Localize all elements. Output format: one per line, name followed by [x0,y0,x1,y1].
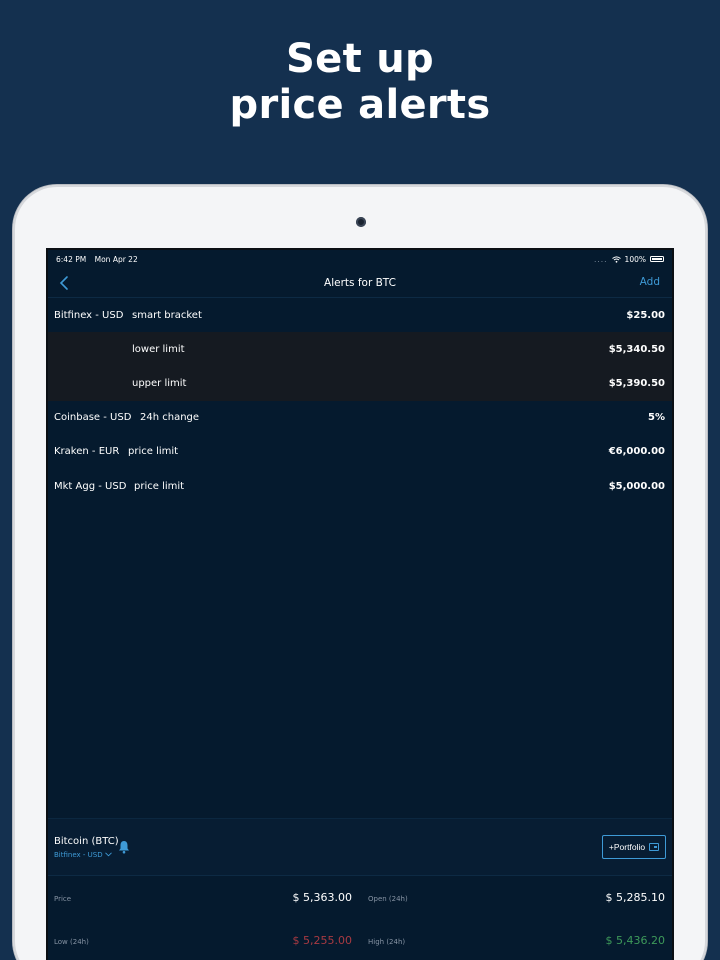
low-value: $ 5,255.00 [292,934,352,947]
add-alert-button[interactable]: Add [640,276,660,288]
alert-value: $5,390.50 [608,377,665,389]
alert-row[interactable]: Mkt Agg - USD price limit $5,000.00 [48,469,672,503]
battery-percent: 100% [624,254,646,264]
alert-value: 5% [648,412,665,424]
alert-row[interactable]: lower limit $5,340.50 [48,332,672,367]
open-label: Open (24h) [368,895,408,903]
wallet-icon [649,843,660,851]
portfolio-label: +Portfolio [608,842,646,852]
alert-type: price limit [128,446,179,458]
alert-value: $5,000.00 [608,480,665,492]
nav-bar: Alerts for BTC Add [48,268,672,298]
alert-value: $25.00 [626,309,665,321]
coin-bar: Bitcoin (BTC) Bitfinex - USD +Portfolio [48,818,672,876]
high-value: $ 5,436.20 [605,934,665,947]
coin-exchange-label: Bitfinex - USD [54,851,103,859]
alert-type: smart bracket [132,309,202,321]
headline-line-2: price alerts [229,82,491,128]
alert-value: $5,340.50 [608,343,665,355]
alert-type: lower limit [132,343,185,355]
open-value: $ 5,285.10 [605,891,665,904]
alert-row[interactable]: Coinbase - USD 24h change 5% [48,401,672,435]
alert-type: price limit [134,480,185,492]
status-bar: 6:42 PM Mon Apr 22 .... 100% [48,250,672,268]
app-screen: 6:42 PM Mon Apr 22 .... 100% Alerts for … [46,248,674,960]
alert-exchange: Bitfinex - USD [54,309,124,321]
coin-name: Bitcoin (BTC) [54,836,119,847]
camera-icon [356,217,366,227]
tablet-frame: 6:42 PM Mon Apr 22 .... 100% Alerts for … [13,185,707,960]
price-label: Price [54,895,72,903]
cellular-icon: .... [594,254,608,264]
low-label: Low (24h) [54,938,89,946]
back-chevron-icon[interactable] [58,275,72,291]
status-date: Mon Apr 22 [94,254,138,264]
alert-exchange: Coinbase - USD [54,412,132,424]
stat-row: Price $ 5,363.00 Open (24h) $ 5,285.10 [48,878,672,921]
battery-icon [650,256,664,262]
wifi-icon [611,255,621,263]
alert-row[interactable]: Kraken - EUR price limit €6,000.00 [48,435,672,469]
high-label: High (24h) [368,938,406,946]
alerts-list: Bitfinex - USD smart bracket $25.00 lower l… [48,298,672,503]
stat-row: Low (24h) $ 5,255.00 High (24h) $ 5,436.… [48,921,672,960]
nav-title: Alerts for BTC [324,276,396,289]
alert-type: 24h change [140,412,200,424]
bell-icon[interactable] [118,840,130,854]
headline: Set up price alerts [0,36,720,128]
coin-exchange-selector[interactable]: Bitfinex - USD [54,851,112,859]
headline-line-1: Set up [286,36,434,82]
chevron-down-icon [105,852,112,857]
status-time: 6:42 PM [56,254,87,264]
alert-exchange: Mkt Agg - USD [54,480,127,492]
alert-row[interactable]: Bitfinex - USD smart bracket $25.00 [48,298,672,332]
add-portfolio-button[interactable]: +Portfolio [602,835,666,859]
alert-value: €6,000.00 [608,446,665,458]
price-value: $ 5,363.00 [292,891,352,904]
alert-row[interactable]: upper limit $5,390.50 [48,366,672,401]
alert-exchange: Kraken - EUR [54,446,120,458]
stats-panel: Price $ 5,363.00 Open (24h) $ 5,285.10 L… [48,878,672,960]
alert-type: upper limit [132,377,187,389]
